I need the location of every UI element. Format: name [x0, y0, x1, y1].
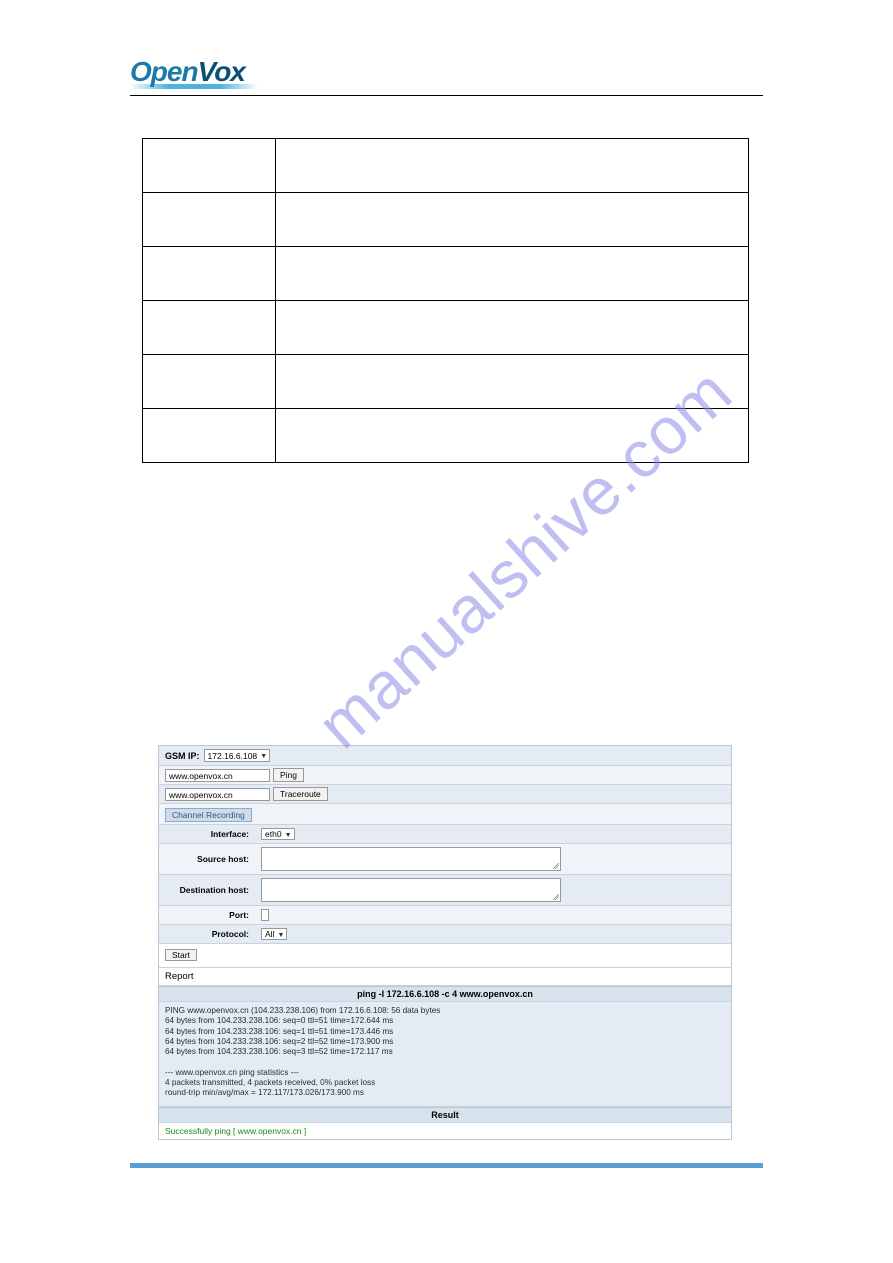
ping-output: PING www.openvox.cn (104.233.238.106) fr… — [159, 1002, 731, 1107]
traceroute-host-input[interactable]: www.openvox.cn — [165, 788, 270, 801]
interface-select[interactable]: eth0 — [261, 828, 295, 840]
header: OpenVox — [130, 56, 763, 96]
protocol-label: Protocol: — [159, 925, 255, 943]
port-row: Port: — [159, 906, 731, 925]
traceroute-row: www.openvox.cn Traceroute — [159, 785, 731, 804]
protocol-row: Protocol: All — [159, 925, 731, 944]
result-text: Successfully ping [ www.openvox.cn ] — [159, 1123, 731, 1139]
source-host-input[interactable] — [261, 847, 561, 871]
gsm-ip-row: GSM IP: 172.16.6.108 — [159, 746, 731, 766]
screenshot-panel: GSM IP: 172.16.6.108 www.openvox.cn Ping… — [158, 745, 732, 1140]
footer-bar — [130, 1163, 763, 1168]
logo-left: Open — [130, 56, 198, 87]
table-row — [143, 409, 749, 463]
interface-row: Interface: eth0 — [159, 825, 731, 844]
source-host-row: Source host: — [159, 844, 731, 875]
port-input[interactable] — [261, 909, 269, 921]
ping-button[interactable]: Ping — [273, 768, 304, 782]
dest-host-label: Destination host: — [159, 875, 255, 899]
ping-host-input[interactable]: www.openvox.cn — [165, 769, 270, 782]
tab-channel-recording[interactable]: Channel Recording — [165, 808, 252, 822]
traceroute-button[interactable]: Traceroute — [273, 787, 328, 801]
definitions-table — [142, 138, 749, 463]
ping-row: www.openvox.cn Ping — [159, 766, 731, 785]
table-row — [143, 355, 749, 409]
dest-host-input[interactable] — [261, 878, 561, 902]
ping-command-title: ping -I 172.16.6.108 -c 4 www.openvox.cn — [159, 986, 731, 1002]
dest-host-row: Destination host: — [159, 875, 731, 906]
start-button[interactable]: Start — [165, 949, 197, 961]
protocol-select[interactable]: All — [261, 928, 287, 940]
table-row — [143, 247, 749, 301]
logo-right: Vox — [198, 56, 245, 87]
interface-label: Interface: — [159, 825, 255, 843]
result-title: Result — [159, 1107, 731, 1123]
source-host-label: Source host: — [159, 844, 255, 868]
port-label: Port: — [159, 906, 255, 924]
report-label: Report — [159, 968, 731, 986]
table-row — [143, 301, 749, 355]
gsm-ip-select[interactable]: 172.16.6.108 — [204, 749, 271, 762]
start-row: Start — [159, 944, 731, 968]
logo: OpenVox — [130, 56, 763, 88]
table-row — [143, 193, 749, 247]
gsm-ip-label: GSM IP: — [165, 751, 200, 761]
table-row — [143, 139, 749, 193]
section-tabs: Channel Recording — [159, 804, 731, 825]
